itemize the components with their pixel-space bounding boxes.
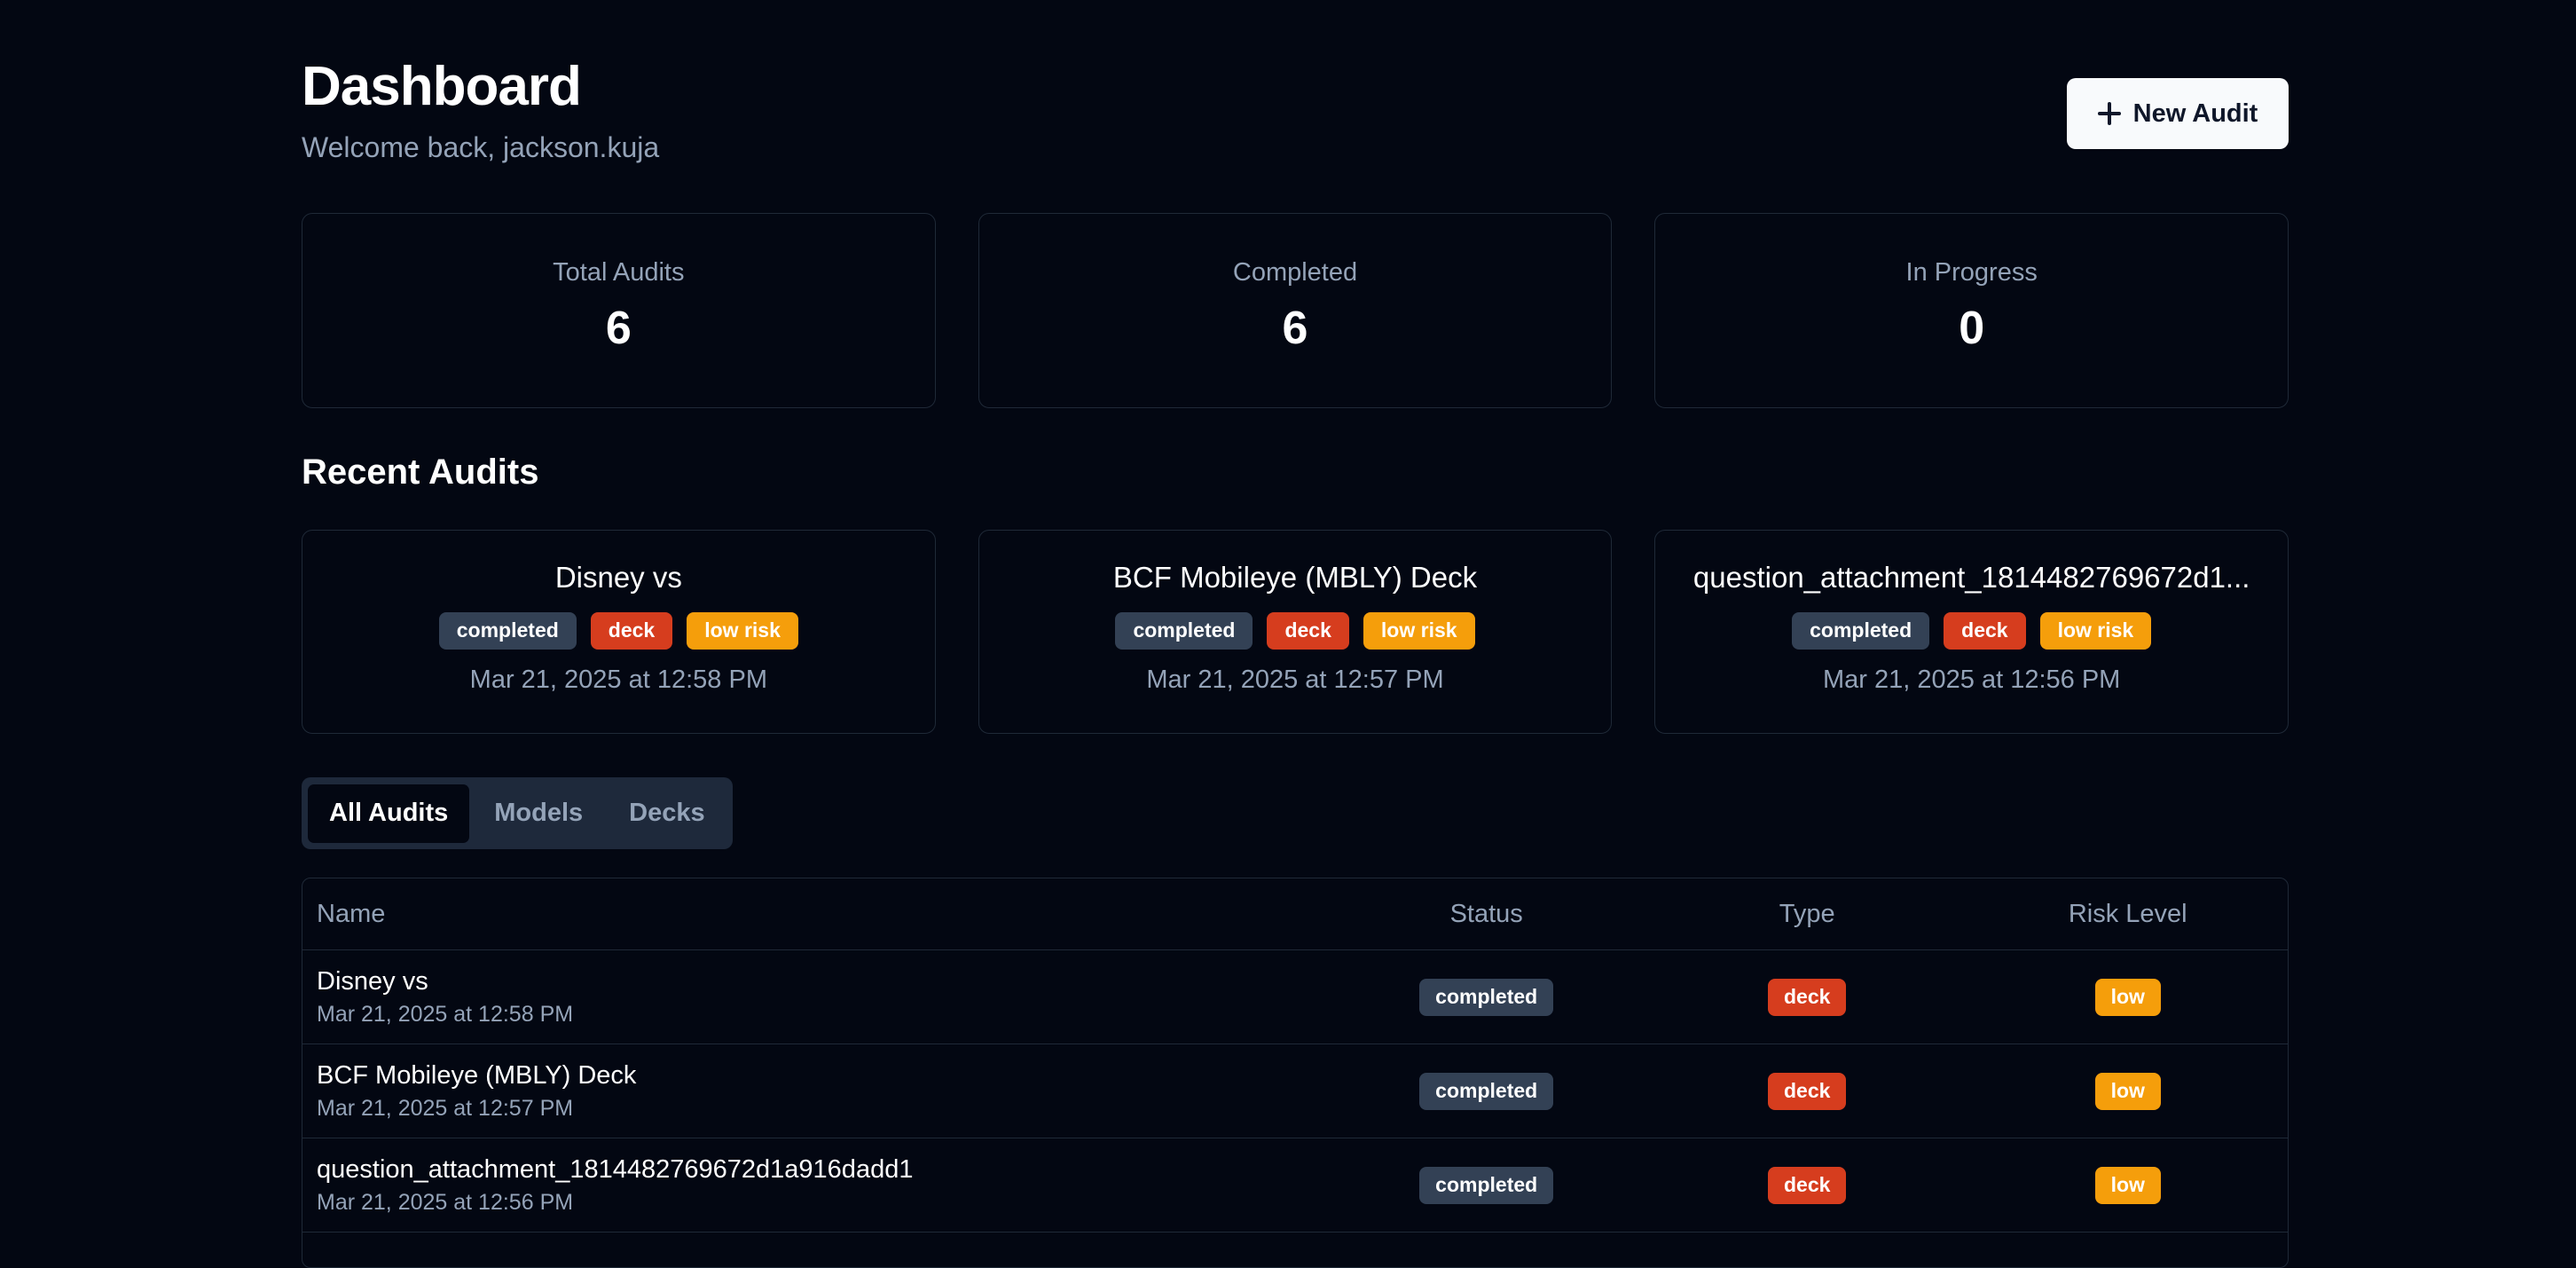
type-badge: deck	[590, 611, 673, 650]
status-badge: completed	[1419, 978, 1554, 1016]
risk-cell: low	[1967, 1072, 2288, 1110]
stat-value: 6	[1282, 302, 1308, 354]
recent-audits-title: Recent Audits	[302, 453, 539, 492]
tab-models[interactable]: Models	[473, 784, 604, 843]
stat-value: 6	[605, 302, 632, 354]
audit-name: question_attachment_1814482769672d1a916d…	[317, 1154, 914, 1184]
tab-all-audits[interactable]: All Audits	[308, 784, 470, 843]
dashboard-container: Dashboard Welcome back, jackson.kuja New…	[302, 0, 2289, 1268]
stat-card-total-audits: Total Audits 6	[302, 213, 936, 408]
table-row[interactable]: Disney vs Mar 21, 2025 at 12:58 PM compl…	[302, 950, 2288, 1044]
column-header-status[interactable]: Status	[1326, 900, 1646, 929]
recent-audits-row: Disney vs completed deck low risk Mar 21…	[302, 530, 2289, 734]
recent-audit-date: Mar 21, 2025 at 12:58 PM	[469, 665, 767, 694]
stat-label: Completed	[1232, 257, 1358, 287]
column-header-type[interactable]: Type	[1646, 900, 1967, 929]
stat-card-completed: Completed 6	[978, 213, 1613, 408]
type-badge: deck	[1944, 611, 2026, 650]
name-cell: BCF Mobileye (MBLY) Deck Mar 21, 2025 at…	[302, 1061, 1326, 1122]
recent-audit-name: question_attachment_1814482769672d1...	[1692, 560, 2250, 594]
stats-row: Total Audits 6 Completed 6 In Progress 0	[302, 213, 2289, 408]
risk-badge: low	[2094, 1166, 2161, 1204]
recent-audit-name: Disney vs	[554, 560, 682, 594]
recent-audit-card[interactable]: question_attachment_1814482769672d1... c…	[1654, 530, 2289, 734]
type-badge: deck	[1767, 1166, 1847, 1204]
status-cell: completed	[1326, 1166, 1646, 1204]
risk-badge: low risk	[1363, 611, 1475, 650]
audit-name: Disney vs	[317, 966, 428, 996]
status-badge: completed	[1792, 611, 1930, 650]
risk-badge: low risk	[687, 611, 798, 650]
recent-audit-date: Mar 21, 2025 at 12:56 PM	[1823, 665, 2121, 694]
status-badge: completed	[1115, 611, 1253, 650]
risk-cell: low	[1967, 1166, 2288, 1204]
recent-audit-card[interactable]: BCF Mobileye (MBLY) Deck completed deck …	[978, 530, 1613, 734]
risk-cell: low	[1967, 978, 2288, 1016]
table-row[interactable]: BCF Mobileye (MBLY) Deck Mar 21, 2025 at…	[302, 1044, 2288, 1138]
page-header: Dashboard Welcome back, jackson.kuja New…	[302, 0, 2289, 177]
stat-label: In Progress	[1905, 257, 2038, 287]
recent-audit-name: BCF Mobileye (MBLY) Deck	[1112, 560, 1478, 594]
page-title: Dashboard	[302, 56, 582, 117]
table-row[interactable]: question_attachment_1814482769672d1a916d…	[302, 1138, 2288, 1233]
new-audit-button[interactable]: New Audit	[2067, 78, 2289, 149]
stat-label: Total Audits	[553, 257, 685, 287]
audit-filter-tabs: All Audits Models Decks	[302, 777, 733, 849]
status-badge: completed	[1419, 1072, 1554, 1110]
audit-date: Mar 21, 2025 at 12:57 PM	[317, 1095, 574, 1121]
plus-icon	[2097, 102, 2121, 125]
new-audit-label: New Audit	[2132, 98, 2258, 128]
type-cell: deck	[1646, 978, 1967, 1016]
name-cell: Disney vs Mar 21, 2025 at 12:58 PM	[302, 967, 1326, 1028]
type-badge: deck	[1767, 978, 1847, 1016]
table-header: Name Status Type Risk Level	[302, 878, 2288, 950]
risk-badge: low risk	[2039, 611, 2152, 650]
risk-badge: low	[2094, 978, 2161, 1016]
type-cell: deck	[1646, 1072, 1967, 1110]
stat-card-in-progress: In Progress 0	[1654, 213, 2289, 408]
column-header-risk-level[interactable]: Risk Level	[1967, 900, 2288, 929]
recent-audit-card[interactable]: Disney vs completed deck low risk Mar 21…	[302, 530, 936, 734]
name-cell: question_attachment_1814482769672d1a916d…	[302, 1155, 1326, 1216]
type-badge: deck	[1767, 1072, 1847, 1110]
badge-group: completed deck low risk	[1792, 611, 2152, 650]
audit-name: BCF Mobileye (MBLY) Deck	[317, 1060, 637, 1090]
stat-value: 0	[1959, 302, 1985, 354]
badge-group: completed deck low risk	[438, 611, 798, 650]
audit-date: Mar 21, 2025 at 12:56 PM	[317, 1189, 574, 1215]
audits-table: Name Status Type Risk Level Disney vs Ma…	[302, 878, 2289, 1268]
risk-badge: low	[2094, 1072, 2161, 1110]
column-header-name[interactable]: Name	[302, 900, 1326, 929]
type-cell: deck	[1646, 1166, 1967, 1204]
status-cell: completed	[1326, 978, 1646, 1016]
type-badge: deck	[1267, 611, 1349, 650]
audit-date: Mar 21, 2025 at 12:58 PM	[317, 1001, 574, 1027]
welcome-message: Welcome back, jackson.kuja	[302, 131, 660, 163]
recent-audit-date: Mar 21, 2025 at 12:57 PM	[1146, 665, 1444, 694]
status-badge: completed	[438, 611, 577, 650]
badge-group: completed deck low risk	[1115, 611, 1475, 650]
status-badge: completed	[1419, 1166, 1554, 1204]
tab-decks[interactable]: Decks	[608, 784, 726, 843]
status-cell: completed	[1326, 1072, 1646, 1110]
